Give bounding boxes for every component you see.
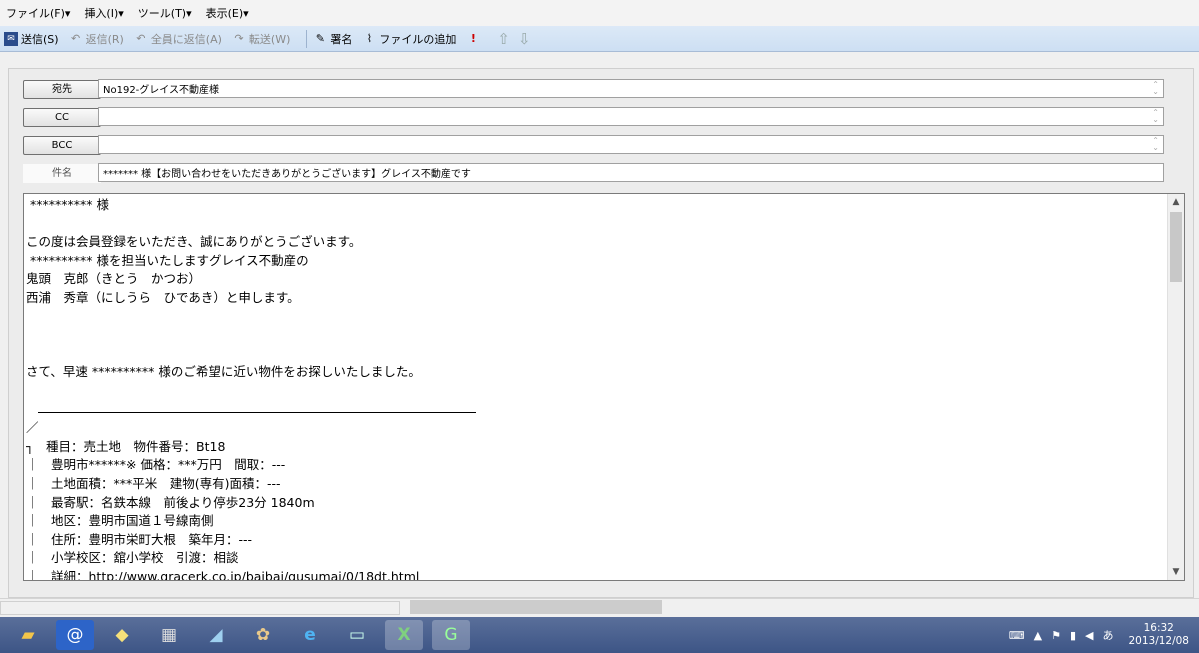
cc-row: CC <box>23 107 101 127</box>
body-line: ********** 様 <box>26 197 109 212</box>
signature-label: 署名 <box>330 32 353 46</box>
message-body[interactable]: ********** 様 この度は会員登録をいただき、誠にありがとうございます。… <box>23 193 1185 581</box>
body-line: ｜ 土地面積：***平米 建物(専有)面積：--- <box>26 475 281 491</box>
body-line <box>26 308 1162 327</box>
cc-spinner-icon[interactable]: ⌃ ⌄ <box>1152 109 1159 124</box>
reply-all-label: 全員に返信(A) <box>150 32 222 46</box>
reply-label: 返信(R) <box>85 32 124 46</box>
subject-row: 件名 <box>23 163 101 183</box>
subject-value: ******* 様【お問い合わせをいただきありがとうございます】グレイス不動産で… <box>103 169 471 180</box>
body-line: ｜ 住所：豊明市栄町大根 築年月：--- <box>26 531 253 547</box>
internet-explorer-icon[interactable]: e <box>291 620 329 650</box>
body-line: ********** 様を担当いたしますグレイス不動産の <box>26 252 309 268</box>
arrow-down-icon[interactable]: ⇩ <box>518 30 531 48</box>
to-input[interactable]: No192-グレイス不動産様 ⌃ ⌄ <box>98 79 1164 98</box>
taskbar: ▰ @ ◆ ▦ ◢ ✿ e ▭ X G ⌨ ▲ ⚑ ▮ ◀ あ 16:32 20… <box>0 617 1199 653</box>
explorer-icon[interactable]: ▰ <box>9 620 47 650</box>
bcc-input[interactable]: ⌃ ⌄ <box>98 135 1164 154</box>
window-icon[interactable]: ▭ <box>338 620 376 650</box>
body-line: ｜ 地区：豊明市国道１号線南側 <box>26 513 214 529</box>
to-value: No192-グレイス不動産様 <box>103 85 219 96</box>
flag-icon[interactable]: ⚑ <box>1051 629 1061 642</box>
paint-icon[interactable]: ✿ <box>244 620 282 650</box>
forward-label: 転送(W) <box>248 32 291 46</box>
scroll-up-icon[interactable]: ▲ <box>1168 194 1184 210</box>
signature-button[interactable]: ✎ 署名 <box>313 31 353 47</box>
body-scrollbar[interactable]: ▲ ▼ <box>1167 194 1184 580</box>
body-line: この度は会員登録をいただき、誠にありがとうございます。 <box>26 234 362 250</box>
priority-button[interactable]: ! <box>466 32 483 46</box>
to-spinner-icon[interactable]: ⌃ ⌄ <box>1152 81 1159 96</box>
ime-indicator[interactable]: あ <box>1102 627 1113 643</box>
reply-button[interactable]: ↶ 返信(R) <box>69 31 124 47</box>
to-button[interactable]: 宛先 <box>23 79 101 99</box>
bcc-row: BCC <box>23 135 101 155</box>
message-body-text: ********** 様 この度は会員登録をいただき、誠にありがとうございます。… <box>26 196 1162 581</box>
send-label: 送信(S) <box>21 32 59 46</box>
pen-icon: ✎ <box>315 31 325 45</box>
body-line: 西浦 秀章（にしうら ひであき）と申します。 <box>26 289 300 305</box>
reply-icon: ↶ <box>70 31 81 45</box>
attach-file-label: ファイルの追加 <box>379 32 457 46</box>
arrow-up-icon[interactable]: ⇧ <box>497 30 510 48</box>
status-segment <box>0 601 400 615</box>
divider-line <box>38 412 476 413</box>
tray-expand-icon[interactable]: ▲ <box>1034 629 1042 642</box>
body-line <box>26 345 1162 364</box>
forward-icon: ↷ <box>234 31 244 45</box>
body-line: ┐ 種目：売土地 物件番号：Bt18 <box>26 438 226 454</box>
body-line: 鬼頭 克郎（きとう かつお） <box>26 271 202 287</box>
calculator-icon[interactable]: ▦ <box>150 620 188 650</box>
keyboard-icon[interactable]: ⌨ <box>1009 629 1025 642</box>
send-button[interactable]: ✉ 送信(S) <box>4 31 59 47</box>
scroll-down-icon[interactable]: ▼ <box>1168 564 1184 580</box>
attach-file-button[interactable]: ⌇ ファイルの追加 <box>362 31 457 47</box>
volume-icon[interactable]: ◀ <box>1085 629 1093 642</box>
reply-all-button[interactable]: ↶ 全員に返信(A) <box>134 31 222 47</box>
body-line: ／ <box>26 420 39 436</box>
to-row: 宛先 <box>23 79 101 99</box>
cc-input[interactable]: ⌃ ⌄ <box>98 107 1164 126</box>
cc-button[interactable]: CC <box>23 107 101 127</box>
scroll-thumb[interactable] <box>1170 212 1182 282</box>
body-line: ｜ 豊明市******※ 価格：***万円 間取：--- <box>26 457 286 473</box>
toolbar-separator <box>306 29 308 48</box>
body-line <box>26 215 1162 234</box>
menu-bar: ファイル(F)▾ 挿入(I)▾ ツール(T)▾ 表示(E)▾ <box>0 0 1199 26</box>
app-g-icon[interactable]: G <box>432 620 470 650</box>
body-line: ｜ 最寄駅：名鉄本線 前後より停歩23分 1840m <box>26 494 315 510</box>
clock-time: 16:32 <box>1143 622 1174 634</box>
body-line: ｜ 小学校区：舘小学校 引渡：相談 <box>26 550 239 566</box>
clock[interactable]: 16:32 2013/12/08 <box>1128 622 1189 648</box>
menu-file[interactable]: ファイル(F)▾ <box>6 5 70 21</box>
send-icon: ✉ <box>4 31 18 46</box>
compose-form: 宛先 No192-グレイス不動産様 ⌃ ⌄ CC ⌃ ⌄ BCC ⌃ ⌄ 件名 ***… <box>8 68 1194 598</box>
system-tray: ⌨ ▲ ⚑ ▮ ◀ あ 16:32 2013/12/08 <box>1009 617 1199 653</box>
status-text-blurred <box>410 600 662 614</box>
toolbar: ✉ 送信(S) ↶ 返信(R) ↶ 全員に返信(A) ↷ 転送(W) ✎ 署名 … <box>0 26 1199 52</box>
battery-icon[interactable]: ▮ <box>1070 629 1076 642</box>
menu-view[interactable]: 表示(E)▾ <box>206 5 249 21</box>
subject-input[interactable]: ******* 様【お問い合わせをいただきありがとうございます】グレイス不動産で… <box>98 163 1164 182</box>
body-line <box>26 326 1162 345</box>
sticky-note-icon[interactable]: ◆ <box>103 620 141 650</box>
paperclip-icon: ⌇ <box>366 31 373 45</box>
notebook-icon[interactable]: ◢ <box>197 620 235 650</box>
menu-insert[interactable]: 挿入(I)▾ <box>84 5 123 21</box>
bcc-button[interactable]: BCC <box>23 135 101 155</box>
clock-date: 2013/12/08 <box>1128 635 1189 647</box>
subject-label: 件名 <box>23 163 101 183</box>
body-line <box>26 382 1162 401</box>
mail-menu-icon[interactable]: @ <box>56 620 94 650</box>
body-line: さて、早速 ********** 様のご希望に近い物件をお探しいたしました。 <box>26 364 421 380</box>
exclamation-icon: ! <box>470 31 476 45</box>
bcc-spinner-icon[interactable]: ⌃ ⌄ <box>1152 137 1159 152</box>
status-bar <box>0 598 1199 617</box>
body-line: ｜ 詳細：http://www.gracerk.co.jp/baibai/gus… <box>26 568 420 581</box>
body-line <box>26 401 1162 420</box>
excel-icon[interactable]: X <box>385 620 423 650</box>
forward-button[interactable]: ↷ 転送(W) <box>232 31 290 47</box>
reply-all-icon: ↶ <box>136 31 146 45</box>
menu-tools[interactable]: ツール(T)▾ <box>138 5 192 21</box>
